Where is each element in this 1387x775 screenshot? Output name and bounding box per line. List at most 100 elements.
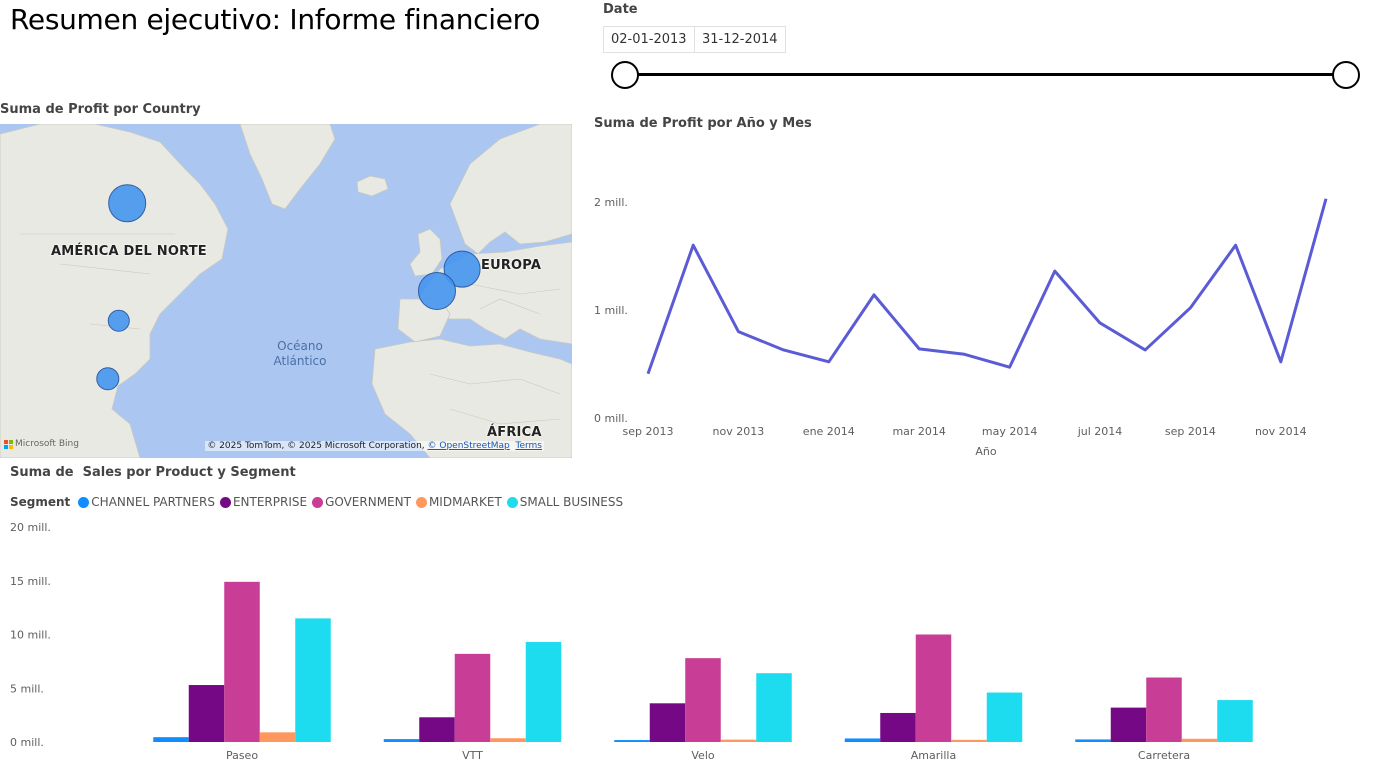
bar[interactable]: [986, 692, 1023, 742]
profit-line-point[interactable]: [1096, 319, 1104, 327]
bar[interactable]: [915, 634, 952, 743]
bar[interactable]: [951, 739, 987, 742]
bar[interactable]: [490, 738, 526, 742]
date-slicer[interactable]: Date 02-01-2013 31-12-2014: [603, 0, 1368, 95]
bar-x-tick-label: Paseo: [226, 749, 258, 762]
profit-line-point[interactable]: [960, 350, 968, 358]
line-x-tick-label: sep 2014: [1165, 425, 1216, 438]
bar[interactable]: [419, 717, 455, 742]
line-x-tick-label: nov 2014: [1255, 425, 1307, 438]
bar[interactable]: [1181, 738, 1218, 742]
line-y-tick-label: 0 mill.: [594, 412, 628, 425]
osm-link[interactable]: © OpenStreetMap: [428, 441, 510, 451]
page-title: Resumen ejecutivo: Informe financiero: [10, 3, 541, 36]
date-slider-track[interactable]: [623, 73, 1348, 76]
profit-line-point[interactable]: [870, 291, 878, 299]
bar[interactable]: [188, 685, 225, 742]
date-slider-start-handle[interactable]: [611, 61, 639, 89]
line-x-tick-label: ene 2014: [803, 425, 855, 438]
bar[interactable]: [153, 737, 189, 742]
profit-line-point[interactable]: [780, 346, 788, 354]
line-x-tick-label: jul 2014: [1077, 425, 1123, 438]
legend-label: ENTERPRISE: [232, 495, 308, 509]
map-bubble-canada[interactable]: [108, 184, 146, 222]
profit-line-point[interactable]: [1232, 241, 1240, 249]
microsoft-logo-icon: [4, 439, 13, 449]
map-label-europe: EUROPA: [481, 258, 542, 273]
bar[interactable]: [614, 740, 650, 742]
line-x-axis-title: Año: [975, 445, 996, 458]
bar[interactable]: [454, 653, 491, 742]
bar-x-tick-label: Velo: [691, 749, 714, 762]
bar[interactable]: [756, 673, 792, 742]
profit-line-series[interactable]: [646, 198, 1328, 375]
legend-dot: [506, 496, 518, 508]
map-basemap: [0, 124, 572, 458]
bar[interactable]: [1075, 739, 1111, 742]
line-x-tick-label: nov 2013: [713, 425, 765, 438]
profit-line-point[interactable]: [689, 241, 697, 249]
bar[interactable]: [259, 732, 296, 742]
north-america-land: [0, 124, 229, 458]
scandinavia-land: [449, 124, 572, 255]
profit-line-point[interactable]: [1322, 195, 1330, 203]
legend-label: CHANNEL PARTNERS: [91, 495, 215, 509]
line-x-tick-label: may 2014: [982, 425, 1037, 438]
profit-map[interactable]: AMÉRICA DEL NORTE EUROPA ÁFRICA Océano A…: [0, 124, 572, 458]
bar-chart-legend[interactable]: Segment CHANNEL PARTNERS ENTERPRISE GOVE…: [10, 495, 628, 509]
date-slider-end-handle[interactable]: [1332, 61, 1360, 89]
map-title: Suma de Profit por Country: [0, 102, 201, 117]
ocean-label-line2: Atlántico: [273, 354, 327, 368]
legend-dot: [219, 496, 231, 508]
profit-line-point[interactable]: [1051, 267, 1059, 275]
bar[interactable]: [720, 739, 757, 742]
uk-land: [409, 228, 443, 277]
legend-item-government[interactable]: GOVERNMENT: [312, 495, 411, 509]
end-date-input[interactable]: 31-12-2014: [694, 26, 786, 53]
bar[interactable]: [383, 739, 420, 742]
terms-link[interactable]: Terms: [515, 441, 542, 451]
map-copyright: © 2025 TomTom, © 2025 Microsoft Corporat…: [205, 441, 544, 451]
bar-y-tick-label: 10 mill.: [10, 629, 51, 642]
legend-item-midmarket[interactable]: MIDMARKET: [415, 495, 502, 509]
bar[interactable]: [844, 738, 881, 742]
profit-line-point[interactable]: [644, 370, 652, 378]
bar-y-tick-label: 0 mill.: [10, 736, 44, 749]
profit-line-point[interactable]: [825, 358, 833, 366]
profit-line-point[interactable]: [1186, 304, 1194, 312]
bar-x-tick-label: Carretera: [1138, 749, 1190, 762]
bar-x-tick-label: VTT: [462, 749, 483, 762]
profit-line-point[interactable]: [734, 328, 742, 336]
map-label-africa: ÁFRICA: [487, 425, 542, 440]
bar-y-tick-label: 5 mill.: [10, 682, 44, 695]
bar[interactable]: [880, 712, 916, 742]
bar-x-tick-label: Amarilla: [911, 749, 956, 762]
profit-line-point[interactable]: [1141, 346, 1149, 354]
line-chart-title: Suma de Profit por Año y Mes: [594, 116, 812, 131]
date-slicer-label: Date: [603, 2, 638, 17]
bar[interactable]: [685, 658, 721, 742]
bar[interactable]: [1217, 700, 1253, 742]
line-y-tick-label: 2 mill.: [594, 196, 628, 209]
bar[interactable]: [1110, 707, 1147, 742]
legend-dot: [78, 496, 90, 508]
start-date-input[interactable]: 02-01-2013: [603, 26, 695, 53]
bar[interactable]: [295, 618, 331, 742]
bar[interactable]: [224, 581, 260, 742]
legend-label: MIDMARKET: [428, 495, 502, 509]
map-bubble-france[interactable]: [418, 272, 456, 310]
bar[interactable]: [525, 642, 562, 742]
map-label-north-america: AMÉRICA DEL NORTE: [51, 244, 207, 259]
legend-item-channel-partners[interactable]: CHANNEL PARTNERS: [78, 495, 215, 509]
profit-line-point[interactable]: [1006, 363, 1014, 371]
bar-y-tick-label: 20 mill.: [10, 521, 51, 534]
legend-item-enterprise[interactable]: ENTERPRISE: [219, 495, 308, 509]
bing-logo: Microsoft Bing: [4, 439, 79, 449]
line-x-tick-label: mar 2014: [892, 425, 945, 438]
bar[interactable]: [1146, 677, 1182, 743]
profit-line-point[interactable]: [915, 345, 923, 353]
profit-line-point[interactable]: [1277, 358, 1285, 366]
bar[interactable]: [649, 703, 686, 742]
legend-item-small-business[interactable]: SMALL BUSINESS: [506, 495, 623, 509]
bar-chart-title: Suma de Sales por Product y Segment: [10, 465, 296, 480]
